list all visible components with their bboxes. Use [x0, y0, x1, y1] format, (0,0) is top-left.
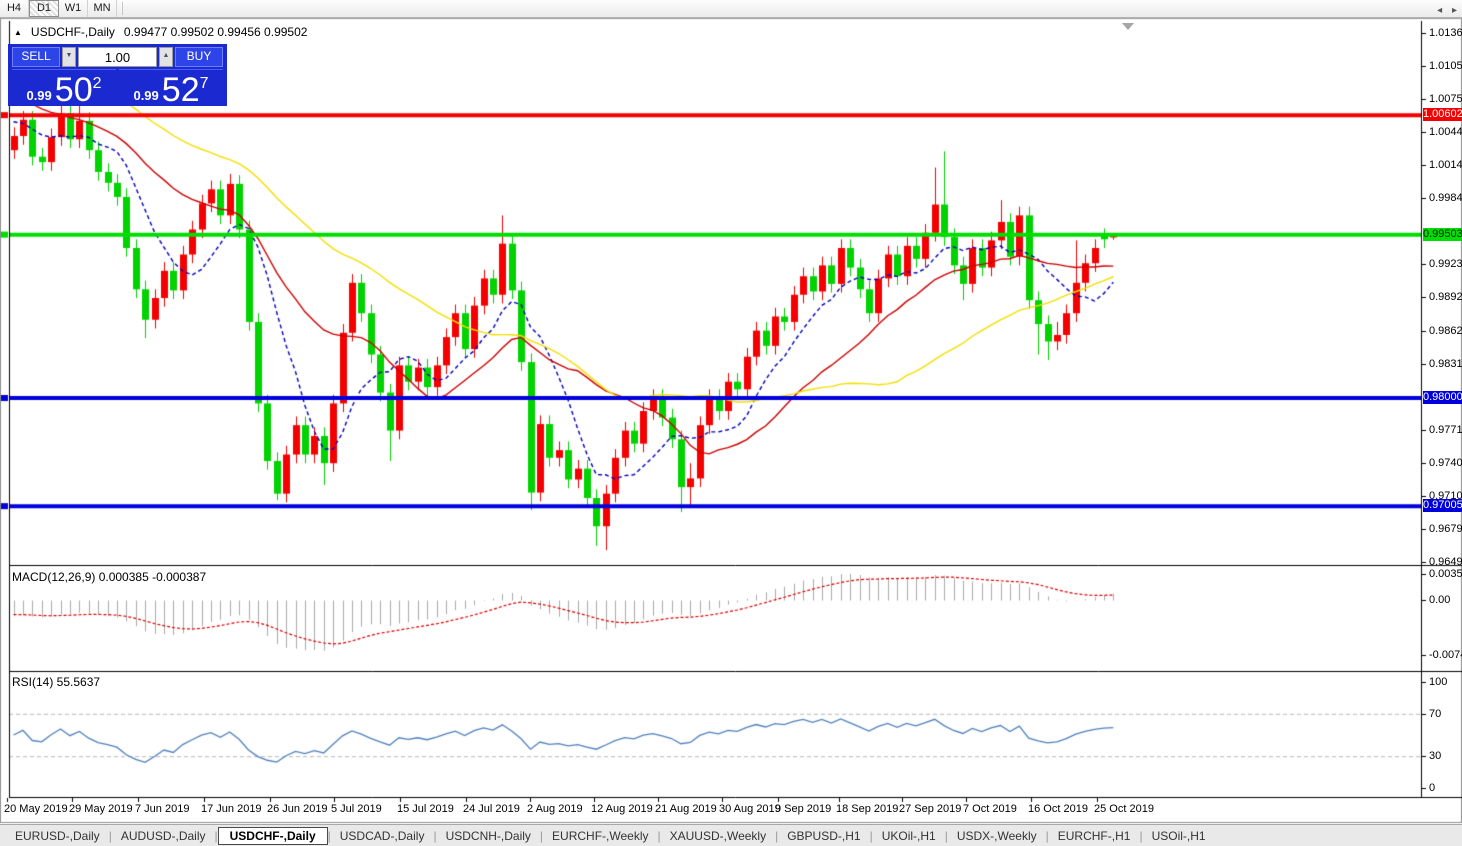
- price-axis-label: 1.00750: [1429, 93, 1462, 105]
- volume-input[interactable]: [78, 47, 157, 67]
- date-label: 17 Jun 2019: [201, 803, 262, 815]
- price-axis-label: 0.98620: [1429, 325, 1462, 337]
- sell-price-prefix: 0.99: [26, 86, 51, 105]
- date-label: 29 May 2019: [69, 803, 133, 815]
- tab-item[interactable]: USDCAD-,Daily: [331, 828, 434, 844]
- tab-item[interactable]: XAUUSD-,Weekly: [661, 828, 775, 844]
- timeframe-button-mn[interactable]: MN: [88, 0, 117, 17]
- sell-price-sup: 2: [93, 76, 102, 92]
- price-line-label: 0.98000: [1423, 391, 1462, 404]
- tab-item[interactable]: UKOil-,H1: [873, 828, 945, 844]
- buy-price-sup: 7: [200, 76, 209, 92]
- price-axis-label: 1.00445: [1429, 126, 1462, 138]
- date-label: 9 Sep 2019: [775, 803, 831, 815]
- date-label: 26 Jun 2019: [267, 803, 328, 815]
- date-label: 18 Sep 2019: [836, 803, 898, 815]
- price-axis-label: 1.01055: [1429, 60, 1462, 72]
- timeframe-button-h4[interactable]: H4: [0, 0, 29, 17]
- date-label: 21 Aug 2019: [655, 803, 717, 815]
- sell-price-button[interactable]: 0.99 50 2: [12, 69, 116, 106]
- tab-item[interactable]: GBPUSD-,H1: [778, 828, 869, 844]
- price-axis-label: 0.98315: [1429, 358, 1462, 370]
- date-label: 7 Oct 2019: [963, 803, 1017, 815]
- rsi-axis-label: 70: [1429, 708, 1441, 720]
- tab-item[interactable]: USDCHF-,Daily: [218, 827, 328, 845]
- timeframe-toolbar: H4 D1 W1 MN: [0, 0, 1462, 18]
- price-line-label: 1.00602: [1423, 108, 1462, 121]
- collapse-triangle-icon[interactable]: ▲: [14, 28, 22, 37]
- chart-ohlc-values: 0.99477 0.99502 0.99456 0.99502: [124, 25, 308, 39]
- rsi-axis-label: 100: [1429, 676, 1447, 688]
- price-axis-label: 0.98925: [1429, 291, 1462, 303]
- date-label: 2 Aug 2019: [527, 803, 583, 815]
- price-axis: 1.01360 1.01055 1.00750 1.00445 1.00140 0.998…: [1421, 0, 1462, 846]
- tab-item[interactable]: EURUSD-,Daily: [6, 828, 109, 844]
- chart-symbol-label: USDCHF-,Daily: [31, 25, 115, 39]
- rsi-axis-label: 0: [1429, 782, 1435, 794]
- timeframe-button-w1[interactable]: W1: [59, 0, 88, 17]
- tab-item[interactable]: USDX-,Weekly: [948, 828, 1046, 844]
- date-label: 20 May 2019: [4, 803, 68, 815]
- date-axis: 20 May 201929 May 20197 Jun 2019 17 Jun 2…: [0, 0, 1421, 846]
- volume-up-icon[interactable]: ▲: [159, 47, 173, 67]
- price-line-label: 0.97005: [1423, 499, 1462, 512]
- buy-price-big: 52: [162, 76, 200, 105]
- timeframe-button-d1[interactable]: D1: [29, 0, 59, 17]
- price-axis-label: 0.97710: [1429, 424, 1462, 436]
- price-axis-label: 0.97405: [1429, 457, 1462, 469]
- date-label: 25 Oct 2019: [1094, 803, 1154, 815]
- date-label: 5 Jul 2019: [331, 803, 382, 815]
- price-axis-label: 0.96795: [1429, 523, 1462, 535]
- date-label: 24 Jul 2019: [463, 803, 520, 815]
- volume-down-icon[interactable]: ▼: [62, 47, 76, 67]
- macd-axis-label: -0.00749: [1429, 649, 1462, 661]
- tab-scroll-right-icon[interactable]: ▸: [1452, 5, 1457, 16]
- date-label: 16 Oct 2019: [1028, 803, 1088, 815]
- price-line-label: 0.99503: [1423, 228, 1462, 241]
- macd-axis-label: 0.003574: [1429, 568, 1462, 580]
- chart-title: ▲ USDCHF-,Daily 0.99477 0.99502 0.99456 …: [14, 25, 307, 39]
- date-label: 30 Aug 2019: [719, 803, 781, 815]
- date-label: 27 Sep 2019: [899, 803, 961, 815]
- one-click-trading-panel: SELL ▼ ▲ BUY 0.99 50 2 0.99 52 7: [8, 44, 227, 106]
- price-axis-label: 0.99840: [1429, 192, 1462, 204]
- date-label: 15 Jul 2019: [397, 803, 454, 815]
- tab-nav-arrows: ◂ ▸: [1430, 5, 1457, 16]
- sell-price-big: 50: [55, 76, 93, 105]
- date-label: 7 Jun 2019: [135, 803, 189, 815]
- tab-item[interactable]: USDCNH-,Daily: [437, 828, 540, 844]
- tab-item[interactable]: EURCHF-,H1: [1049, 828, 1140, 844]
- tab-item[interactable]: EURCHF-,Weekly: [543, 828, 657, 844]
- rsi-axis-label: 30: [1429, 750, 1441, 762]
- sell-button[interactable]: SELL: [12, 47, 60, 67]
- buy-button[interactable]: BUY: [175, 47, 223, 67]
- tab-item[interactable]: AUDUSD-,Daily: [112, 828, 215, 844]
- price-axis-label: 1.00140: [1429, 159, 1462, 171]
- tab-scroll-left-icon[interactable]: ◂: [1437, 5, 1442, 16]
- toolbar-separator: [122, 2, 125, 15]
- terminal-window: H4 D1 W1 MN ▲ USDCHF-,Daily 0.99477 0.99…: [0, 0, 1462, 846]
- price-axis-label: 0.99230: [1429, 258, 1462, 270]
- chart-tab-bar: EURUSD-,Daily|AUDUSD-,Daily|USDCHF-,Dail…: [0, 824, 1462, 846]
- price-axis-label: 0.96490: [1429, 556, 1462, 568]
- tab-item[interactable]: USOil-,H1: [1143, 828, 1215, 844]
- buy-price-button[interactable]: 0.99 52 7: [119, 69, 223, 106]
- buy-price-prefix: 0.99: [133, 86, 158, 105]
- price-axis-label: 1.01360: [1429, 27, 1462, 39]
- date-label: 12 Aug 2019: [591, 803, 653, 815]
- macd-axis-label: 0.00: [1429, 594, 1450, 606]
